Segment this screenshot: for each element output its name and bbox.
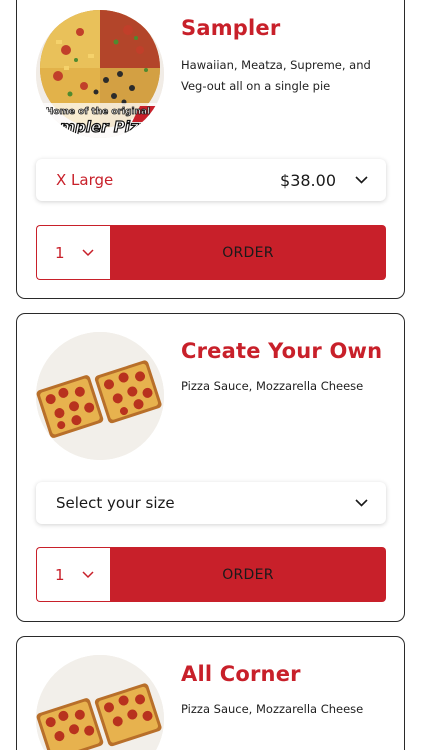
chevron-down-icon	[354, 496, 368, 510]
image-caption-line1: Home of the original	[46, 107, 150, 117]
item-title: Create Your Own	[181, 339, 383, 363]
item-description: Pizza Sauce, Mozzarella Cheese	[181, 379, 364, 393]
quantity-select[interactable]: 1	[36, 547, 110, 602]
order-row: 1 ORDER	[36, 547, 386, 602]
chevron-down-icon	[354, 173, 368, 187]
quantity-select[interactable]: 1	[36, 225, 110, 280]
quantity-value: 1	[55, 243, 65, 262]
item-description: Pizza Sauce, Mozzarella Cheese	[181, 702, 364, 716]
chevron-down-icon	[81, 246, 95, 260]
quantity-value: 1	[55, 565, 65, 584]
menu-item-card-all-corner: All Corner Pizza Sauce, Mozzarella Chees…	[16, 636, 405, 750]
chevron-down-icon	[81, 568, 95, 582]
item-price: $38.00	[280, 170, 336, 190]
menu-item-card-create-your-own: Create Your Own Pizza Sauce, Mozzarella …	[16, 313, 405, 622]
size-select[interactable]: X Large $38.00	[36, 159, 386, 201]
item-title: Sampler	[181, 16, 281, 40]
size-select[interactable]: Select your size	[36, 482, 386, 524]
item-description: Hawaiian, Meatza, Supreme, and Veg-out a…	[181, 58, 371, 93]
selected-size: X Large	[56, 171, 114, 189]
order-button[interactable]: ORDER	[110, 547, 386, 602]
image-caption-line2: Sampler Pizza	[39, 118, 158, 136]
sampler-pizza-image: Home of the original Sampler Pizza	[36, 10, 164, 138]
menu-item-card-sampler: Home of the original Sampler Pizza Sampl…	[16, 0, 405, 299]
pepperoni-pizza-image	[36, 332, 164, 460]
order-row: 1 ORDER	[36, 225, 386, 280]
item-title: All Corner	[181, 662, 301, 686]
order-button[interactable]: ORDER	[110, 225, 386, 280]
size-placeholder: Select your size	[56, 494, 175, 512]
all-corner-pizza-image	[36, 655, 164, 750]
